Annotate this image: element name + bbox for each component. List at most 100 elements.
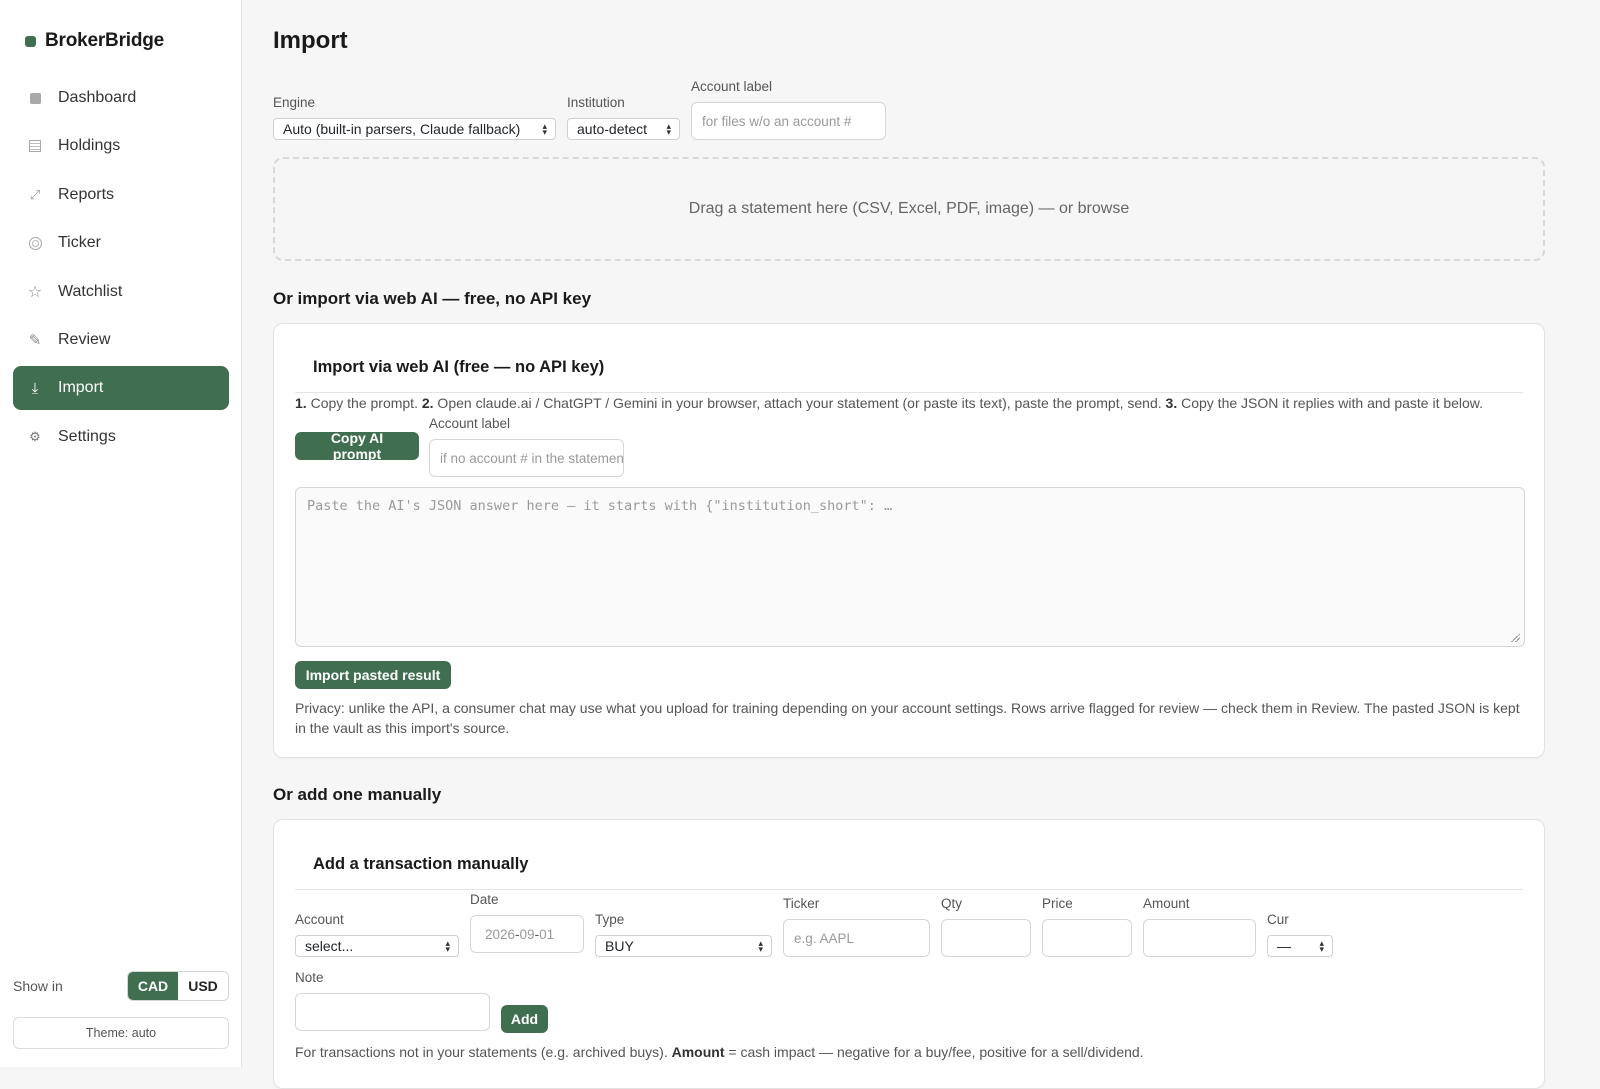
currency-display: Show in CAD USD — [13, 971, 229, 1001]
ticker-input[interactable]: e.g. AAPL — [783, 919, 930, 957]
sidebar-item-label: Dashboard — [58, 89, 137, 106]
ticker-field-label: Ticker — [783, 896, 820, 911]
date-month: 09 — [519, 926, 535, 942]
qty-field-label: Qty — [941, 896, 963, 911]
account-label: Account label — [691, 79, 773, 94]
account-label-input[interactable]: for files w/o an account # — [691, 102, 886, 140]
date-day: 01 — [539, 926, 555, 942]
price-input[interactable] — [1042, 919, 1132, 957]
type-select-value: BUY — [605, 938, 634, 954]
resize-handle-icon[interactable] — [1510, 632, 1520, 642]
web-ai-card: Import via web AI (free — no API key) 1.… — [273, 323, 1545, 758]
download-icon: ⤓ — [31, 379, 39, 397]
web-ai-account-input[interactable]: if no account # in the statement — [429, 439, 624, 477]
gear-icon: ⚙ — [29, 428, 41, 444]
currency-select[interactable]: — ▴ ▾ — [1267, 935, 1333, 957]
dropzone-text: Drag a statement here (CSV, Excel, PDF, … — [688, 200, 1130, 217]
account-select[interactable]: select... ▴ ▾ — [295, 935, 459, 957]
page-title: Import — [273, 27, 348, 54]
sidebar: BrokerBridge Dashboard Holdings ⤢ Report… — [0, 0, 242, 1067]
sidebar-item-label: Watchlist — [58, 282, 123, 300]
sidebar-item-label: Ticker — [58, 234, 101, 252]
sidebar-nav: Dashboard Holdings ⤢ Reports Ticker ☆ Wa… — [13, 76, 229, 463]
web-ai-steps: 1. Copy the prompt. 2. Open claude.ai / … — [295, 395, 1483, 411]
sidebar-item-label: Import — [58, 379, 104, 397]
sidebar-item-label: Review — [58, 330, 111, 348]
help-text-bold: Amount — [671, 1044, 725, 1060]
select-arrows-icon: ▴ ▾ — [1319, 938, 1324, 954]
qty-input[interactable] — [941, 919, 1031, 957]
type-select[interactable]: BUY ▴ ▾ — [595, 935, 772, 957]
amount-field-label: Amount — [1143, 896, 1190, 911]
star-icon: ☆ — [27, 283, 43, 301]
square-icon — [28, 92, 42, 104]
currency-toggle: CAD USD — [127, 971, 229, 1001]
ticker-placeholder: e.g. AAPL — [794, 930, 855, 946]
step-text: Open claude.ai / ChatGPT / Gemini in you… — [433, 395, 1166, 411]
manual-section-heading: Or add one manually — [273, 785, 442, 804]
import-pasted-result-button[interactable]: Import pasted result — [295, 661, 451, 689]
amount-input[interactable] — [1143, 919, 1256, 957]
json-answer-textarea[interactable]: Paste the AI's JSON answer here — it sta… — [295, 487, 1525, 647]
lines-icon — [28, 140, 42, 153]
copy-ai-prompt-button[interactable]: Copy AI prompt — [295, 430, 419, 462]
account-select-value: select... — [305, 938, 354, 954]
chart-icon: ⤢ — [29, 186, 41, 202]
account-input-placeholder: if no account # in the statement — [440, 450, 624, 466]
step-text: Copy the prompt. — [306, 395, 422, 411]
divider — [295, 889, 1523, 890]
date-year: 2026 — [485, 926, 516, 942]
help-text: = cash impact — negative for a buy/fee, … — [724, 1044, 1144, 1060]
price-field-label: Price — [1042, 896, 1073, 911]
institution-value: auto-detect — [577, 121, 648, 137]
sidebar-item-label: Holdings — [58, 137, 121, 155]
sidebar-item-dashboard[interactable]: Dashboard — [13, 76, 229, 120]
account-label: Account label — [429, 416, 511, 431]
step-number: 1. — [295, 395, 307, 411]
currency-select-value: — — [1277, 938, 1291, 954]
sidebar-item-settings[interactable]: ⚙ Settings — [13, 415, 229, 459]
step-text: Copy the JSON it replies with and paste … — [1177, 395, 1484, 411]
account-label-placeholder: for files w/o an account # — [702, 113, 852, 129]
sidebar-item-holdings[interactable]: Holdings — [13, 124, 229, 168]
currency-option-cad[interactable]: CAD — [128, 972, 178, 1000]
pencil-icon: ✎ — [28, 331, 42, 349]
web-ai-card-title: Import via web AI (free — no API key) — [313, 358, 605, 376]
theme-button[interactable]: Theme: auto — [13, 1017, 229, 1049]
sidebar-item-ticker[interactable]: Ticker — [13, 221, 229, 265]
select-arrows-icon: ▴ ▾ — [445, 938, 450, 954]
sidebar-item-import[interactable]: ⤓ Import — [13, 366, 229, 411]
sidebar-item-reports[interactable]: ⤢ Reports — [13, 173, 229, 217]
sidebar-item-label: Settings — [58, 427, 116, 445]
currency-field-label: Cur — [1267, 912, 1289, 927]
json-textarea-placeholder: Paste the AI's JSON answer here — it sta… — [307, 498, 893, 514]
help-text: For transactions not in your statements … — [295, 1044, 672, 1060]
select-arrows-icon: ▴ ▾ — [758, 938, 763, 954]
privacy-note: Privacy: unlike the API, a consumer chat… — [295, 700, 1520, 736]
institution-select[interactable]: auto-detect ▴ ▾ — [567, 118, 680, 140]
sidebar-item-label: Reports — [58, 185, 115, 203]
currency-option-usd[interactable]: USD — [178, 972, 228, 1000]
sidebar-item-watchlist[interactable]: ☆ Watchlist — [13, 270, 229, 314]
add-transaction-button[interactable]: Add — [501, 1005, 548, 1033]
institution-label: Institution — [567, 95, 625, 110]
brand-name: BrokerBridge — [45, 30, 165, 51]
engine-label: Engine — [273, 95, 316, 110]
ring-icon — [28, 236, 42, 250]
manual-card: Add a transaction manually Account selec… — [273, 819, 1545, 1089]
step-number: 3. — [1165, 395, 1178, 411]
step-number: 2. — [421, 395, 434, 411]
show-in-label: Show in — [13, 978, 63, 994]
manual-help-text: For transactions not in your statements … — [295, 1042, 1144, 1062]
note-field-label: Note — [295, 970, 324, 985]
date-input[interactable]: 2026-09-01 — [470, 915, 584, 953]
account-field-label: Account — [295, 912, 344, 927]
engine-select[interactable]: Auto (built-in parsers, Claude fallback)… — [273, 118, 556, 140]
select-arrows-icon: ▴ ▾ — [542, 121, 547, 137]
statement-dropzone[interactable]: Drag a statement here (CSV, Excel, PDF, … — [273, 157, 1545, 261]
manual-card-title: Add a transaction manually — [313, 855, 529, 873]
sidebar-item-review[interactable]: ✎ Review — [13, 318, 229, 362]
brand[interactable]: BrokerBridge — [25, 28, 164, 54]
note-input[interactable] — [295, 993, 490, 1031]
select-arrows-icon: ▴ ▾ — [666, 121, 671, 137]
